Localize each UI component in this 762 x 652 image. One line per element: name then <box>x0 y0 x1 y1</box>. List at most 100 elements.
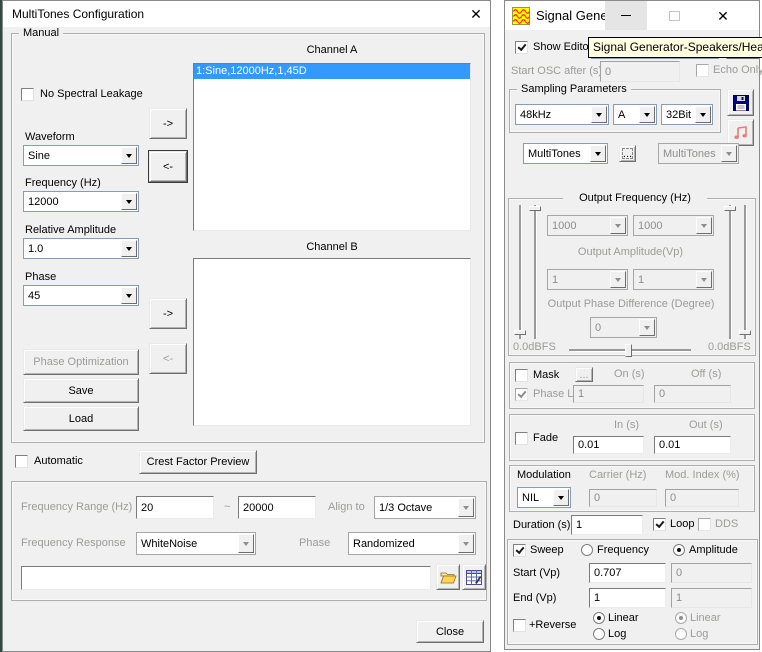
fade-in-field[interactable]: 0.01 <box>573 436 644 454</box>
reverse-checkbox[interactable] <box>513 619 526 632</box>
frequency-range-from-field[interactable]: 20 <box>136 496 214 519</box>
chevron-down-icon[interactable] <box>591 106 607 123</box>
save-signal-button[interactable] <box>727 89 754 116</box>
carrier-field[interactable]: 0 <box>589 489 657 507</box>
frequency-response-select[interactable]: WhiteNoise <box>136 532 256 555</box>
end-vp-field[interactable]: 1 <box>589 588 666 608</box>
crest-factor-preview-button[interactable]: Crest Factor Preview <box>139 450 257 474</box>
play-tone-button[interactable] <box>727 119 754 146</box>
close-dialog-button[interactable]: Close <box>416 620 484 643</box>
load-button[interactable]: Load <box>23 406 139 431</box>
sweep-checkbox[interactable] <box>513 544 526 557</box>
chevron-down-icon[interactable] <box>458 534 474 553</box>
channel-a-list[interactable]: 1:Sine,12000Hz,1,45D <box>193 63 471 231</box>
phase2-select[interactable]: Randomized <box>348 532 476 555</box>
loop-checkbox[interactable] <box>653 518 666 531</box>
chevron-down-icon[interactable] <box>553 489 569 506</box>
add-to-channel-a-button[interactable]: -> <box>149 108 187 139</box>
align-to-select[interactable]: 1/3 Octave <box>374 496 476 519</box>
sample-rate-select[interactable]: 48kHz <box>515 104 609 125</box>
output-phase-select[interactable]: 0 <box>590 317 657 338</box>
start-vp-field[interactable]: 0.707 <box>589 563 666 583</box>
slider-thumb[interactable] <box>514 330 526 335</box>
mod-index-field[interactable]: 0 <box>665 489 739 507</box>
file-path-field[interactable] <box>21 566 431 590</box>
log-radio-2[interactable] <box>675 628 687 640</box>
output-balance-b-slider[interactable] <box>729 205 732 339</box>
chevron-down-icon[interactable] <box>590 145 606 162</box>
multitones-config-button[interactable]: ... <box>619 145 636 162</box>
mask-off-field[interactable]: 0 <box>654 385 731 403</box>
echo-only-checkbox[interactable] <box>696 64 709 77</box>
channel-a-list-item[interactable]: 1:Sine,12000Hz,1,45D <box>194 64 470 79</box>
add-to-channel-b-button[interactable]: -> <box>149 298 187 329</box>
slider-thumb[interactable] <box>625 344 632 357</box>
chevron-down-icon[interactable] <box>639 319 655 336</box>
output-level-b-slider[interactable] <box>744 205 747 339</box>
relative-amplitude-select[interactable]: 1.0 <box>23 238 139 259</box>
remove-from-channel-a-button[interactable]: <- <box>149 151 187 182</box>
fade-checkbox[interactable] <box>515 432 528 445</box>
chevron-down-icon[interactable] <box>639 106 655 123</box>
start-osc-field[interactable]: 0 <box>600 61 680 82</box>
chevron-down-icon[interactable] <box>121 240 137 257</box>
maximize-button[interactable] <box>653 1 695 30</box>
chevron-down-icon[interactable] <box>121 147 137 164</box>
output-balance-a-slider[interactable] <box>534 205 537 339</box>
output-level-a-slider[interactable] <box>519 205 522 339</box>
frequency-range-to-field[interactable]: 20000 <box>238 496 316 519</box>
output-amp-a-select[interactable]: 1 <box>547 269 628 290</box>
chevron-down-icon[interactable] <box>695 106 711 123</box>
phase-optimization-button[interactable]: Phase Optimization <box>23 349 139 375</box>
chevron-down-icon[interactable] <box>696 217 712 234</box>
sweep-frequency-radio[interactable] <box>581 544 593 556</box>
show-editor-checkbox[interactable] <box>515 41 528 54</box>
remove-from-channel-b-button[interactable]: <- <box>149 343 187 374</box>
source-type-select[interactable]: MultiTones <box>523 143 608 164</box>
linear-radio-2[interactable] <box>675 612 687 624</box>
linear-radio[interactable] <box>593 612 605 624</box>
multitones-titlebar[interactable]: MultiTones Configuration <box>3 1 490 27</box>
channel-select[interactable]: A <box>613 104 657 125</box>
mask-checkbox[interactable] <box>515 369 528 382</box>
chevron-down-icon[interactable] <box>458 498 474 517</box>
fade-out-field[interactable]: 0.01 <box>654 436 731 454</box>
save-button[interactable]: Save <box>23 378 139 403</box>
edit-table-button[interactable] <box>462 564 486 590</box>
slider-thumb[interactable] <box>529 206 541 211</box>
chevron-down-icon[interactable] <box>238 534 254 553</box>
output-freq-b-select[interactable]: 1000 <box>633 215 714 236</box>
chevron-down-icon[interactable] <box>610 217 626 234</box>
frequency-select[interactable]: 12000 <box>23 191 139 212</box>
end-vp-field-2[interactable]: 1 <box>671 588 752 608</box>
chevron-down-icon[interactable] <box>121 287 137 304</box>
bit-depth-select[interactable]: 32Bit <box>661 104 713 125</box>
no-spectral-leakage-checkbox[interactable] <box>21 88 34 101</box>
chevron-down-icon[interactable] <box>696 271 712 288</box>
modulation-select[interactable]: NIL <box>517 487 571 508</box>
dds-checkbox[interactable] <box>698 518 711 531</box>
chevron-down-icon[interactable] <box>610 271 626 288</box>
mask-on-field[interactable]: 1 <box>573 385 644 403</box>
log-radio[interactable] <box>593 628 605 640</box>
multitones-close-button[interactable]: ✕ <box>461 1 491 27</box>
duration-field[interactable]: 1 <box>571 515 643 535</box>
slider-thumb[interactable] <box>724 206 736 211</box>
window-close-button[interactable]: ✕ <box>699 1 747 30</box>
mask-config-button[interactable]: ... <box>575 367 593 382</box>
sweep-amplitude-radio[interactable] <box>673 544 685 556</box>
dest-type-select[interactable]: MultiTones <box>658 143 739 164</box>
minimize-button[interactable] <box>605 1 647 30</box>
chevron-down-icon[interactable] <box>721 145 737 162</box>
slider-thumb[interactable] <box>739 330 751 335</box>
output-freq-a-select[interactable]: 1000 <box>547 215 628 236</box>
phase-lock-checkbox[interactable] <box>515 388 528 401</box>
automatic-checkbox[interactable] <box>15 455 28 468</box>
open-file-button[interactable] <box>436 564 460 590</box>
phase-select[interactable]: 45 <box>23 285 139 306</box>
start-vp-field-2[interactable]: 0 <box>671 563 752 583</box>
chevron-down-icon[interactable] <box>121 193 137 210</box>
channel-b-list[interactable] <box>193 258 471 426</box>
output-amp-b-select[interactable]: 1 <box>633 269 714 290</box>
waveform-select[interactable]: Sine <box>23 145 139 166</box>
